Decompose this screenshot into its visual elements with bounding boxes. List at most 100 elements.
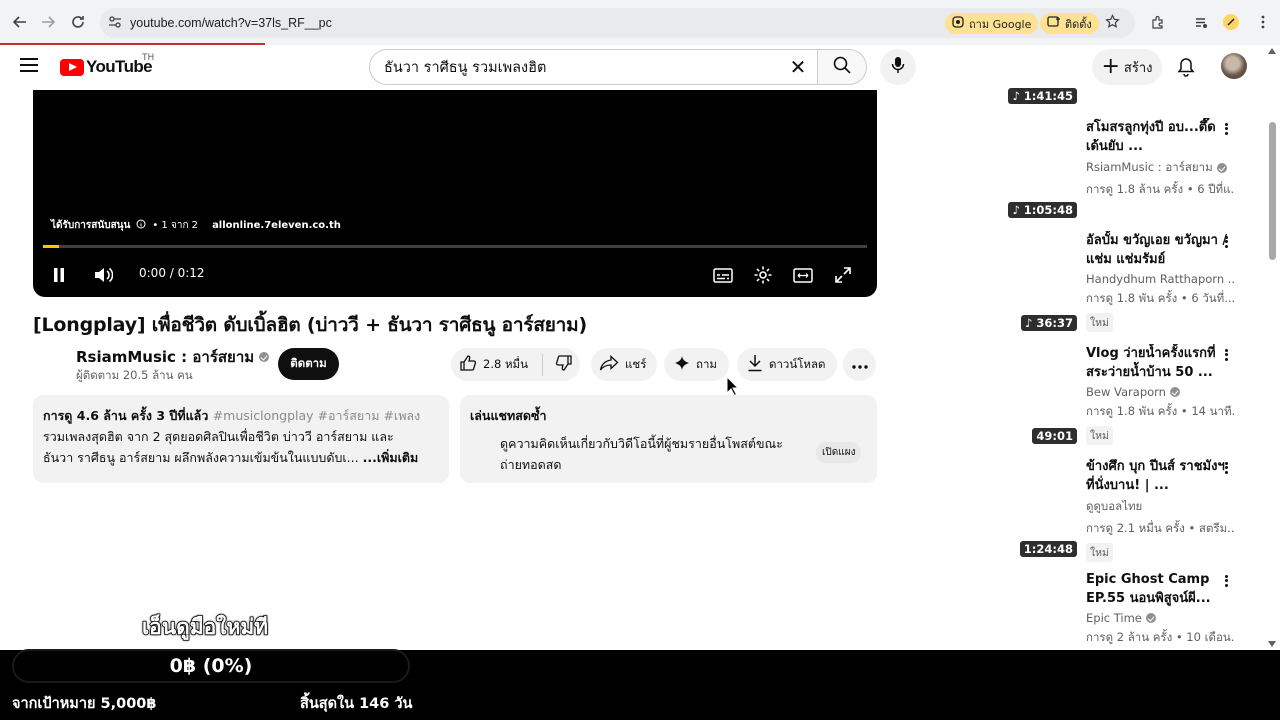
subtitles-icon[interactable] bbox=[711, 263, 735, 287]
ask-button[interactable]: ถาม bbox=[664, 348, 729, 381]
channel-name[interactable]: RsiamMusic : อาร์สยาม bbox=[76, 345, 270, 369]
menu-icon[interactable] bbox=[20, 58, 38, 72]
ad-info-icon[interactable] bbox=[136, 219, 146, 232]
download-icon bbox=[747, 354, 763, 375]
hashtags[interactable]: #musiclongplay #อาร์สยาม #เพลง bbox=[213, 408, 421, 423]
scroll-up-icon[interactable] bbox=[1268, 48, 1276, 54]
video-title[interactable]: อัลบั้ม ขวัญเอย ขวัญมา / แช่ม แช่มรัมย์ bbox=[1086, 231, 1234, 269]
thumbs-down-icon bbox=[555, 355, 573, 375]
description-box[interactable]: การดู 4.6 ล้าน ครั้ง 3 ปีที่แล้ว #musicl… bbox=[33, 395, 449, 483]
video-meta: การดู 1.8 ล้าน ครั้ง • 6 ปีที่แ... bbox=[1086, 182, 1234, 196]
reload-icon[interactable] bbox=[64, 8, 92, 36]
video-thumbnail[interactable]: ♪ 1:41:45 bbox=[1008, 86, 1077, 104]
pause-icon[interactable] bbox=[47, 263, 71, 287]
chrome-menu-icon[interactable] bbox=[1252, 11, 1274, 33]
chat-replay-title: เล่นแชทสดซ้ำ bbox=[470, 408, 547, 423]
sidebar-prev-item[interactable]: ♪ 1:41:45 bbox=[1008, 86, 1251, 106]
show-more-link[interactable]: ...เพิ่มเติม bbox=[363, 450, 419, 465]
share-button[interactable]: แชร์ bbox=[591, 348, 657, 381]
video-menu-icon[interactable] bbox=[1221, 458, 1231, 478]
plus-icon: + bbox=[1101, 54, 1120, 79]
youtube-logo[interactable]: YouTube TH bbox=[60, 53, 154, 77]
channel-name-text[interactable]: RsiamMusic : อาร์สยาม bbox=[76, 345, 254, 369]
video-info: Epic Ghost Camp EP.55 นอนพิสูจน์ผี... Ep… bbox=[1086, 570, 1234, 647]
duration-badge: 49:01 bbox=[1032, 428, 1077, 444]
more-actions-button[interactable] bbox=[843, 348, 876, 381]
create-button[interactable]: + สร้าง bbox=[1092, 49, 1162, 85]
duration-badge: 1:24:48 bbox=[1019, 541, 1077, 557]
video-thumbnail[interactable]: ♪ 1:05:48 bbox=[1008, 110, 1077, 218]
address-bar[interactable]: youtube.com/watch?v=37ls_RF__pc ถาม Goog… bbox=[100, 8, 1135, 38]
new-badge: ใหม่ bbox=[1086, 313, 1113, 332]
page-scrollbar[interactable] bbox=[1265, 45, 1280, 650]
ad-count: • 1 จาก 2 bbox=[152, 220, 199, 231]
media-controls-icon[interactable] bbox=[1190, 11, 1212, 33]
share-icon bbox=[599, 355, 619, 374]
video-title[interactable]: Vlog ว่ายน้ำครั้งแรกที่สระว่ายน้ำบ้าน 50… bbox=[1086, 344, 1234, 382]
search-button[interactable] bbox=[817, 49, 867, 85]
video-thumbnail[interactable]: 49:01 bbox=[1015, 336, 1077, 444]
voice-search-button[interactable] bbox=[880, 49, 916, 85]
back-icon[interactable] bbox=[6, 8, 34, 36]
video-thumbnail[interactable]: ♪ 36:37 bbox=[1015, 223, 1077, 331]
video-menu-icon[interactable] bbox=[1221, 232, 1231, 252]
lens-icon bbox=[952, 16, 964, 31]
open-panel-button[interactable]: เปิดแผง bbox=[816, 442, 862, 463]
video-info: สโมสรลูกทุ่งปี อบ...ตึ๊ด เด้นยับ ... Rsi… bbox=[1086, 118, 1234, 199]
video-channel[interactable]: Handydhum Ratthaporn ... bbox=[1086, 272, 1234, 286]
notifications-bell-icon[interactable] bbox=[1173, 54, 1199, 80]
video-channel[interactable]: Bew Varaporn bbox=[1086, 385, 1234, 399]
search-input[interactable]: ธันวา ราศีธนู รวมเพลงฮิต ✕ bbox=[369, 49, 817, 85]
fullscreen-icon[interactable] bbox=[831, 263, 855, 287]
search-query[interactable]: ธันวา ราศีธนู รวมเพลงฮิต bbox=[384, 56, 546, 79]
video-thumbnail[interactable]: 1:24:48 bbox=[1015, 449, 1077, 557]
chat-replay-panel: เล่นแชทสดซ้ำ ดูความคิดเห็นเกี่ยวกับวิดีโ… bbox=[460, 395, 877, 483]
description-meta: การดู 4.6 ล้าน ครั้ง 3 ปีที่แล้ว #musicl… bbox=[43, 405, 439, 426]
video-channel[interactable]: RsiamMusic : อาร์สยาม bbox=[1086, 159, 1234, 177]
extensions-icon[interactable] bbox=[1146, 11, 1168, 33]
video-title[interactable]: Epic Ghost Camp EP.55 นอนพิสูจน์ผี... bbox=[1086, 570, 1234, 608]
description-line-2: ธันวา ราศีธนู อาร์สยาม ผลึกพลังความเข้มข… bbox=[43, 447, 439, 468]
like-button[interactable]: 2.8 หมื่น bbox=[459, 354, 528, 375]
download-button[interactable]: ดาวน์โหลด bbox=[737, 348, 837, 381]
ask-google-chip[interactable]: ถาม Google bbox=[945, 13, 1039, 34]
verified-badge-icon bbox=[1145, 613, 1156, 623]
channel-avatar[interactable] bbox=[33, 345, 69, 381]
video-title[interactable]: สโมสรลูกทุ่งปี อบ...ตึ๊ด เด้นยับ ... bbox=[1086, 118, 1234, 156]
subscribe-button[interactable]: ติดตาม bbox=[278, 348, 339, 380]
install-label: ติดตั้ง bbox=[1065, 17, 1092, 31]
dislike-button[interactable] bbox=[555, 354, 573, 375]
donation-goal: จากเป้าหมาย 5,000฿ bbox=[12, 696, 157, 712]
site-info-icon[interactable] bbox=[108, 14, 122, 33]
scroll-down-icon[interactable] bbox=[1268, 641, 1276, 647]
share-label: แชร์ bbox=[625, 356, 647, 371]
region-code: TH bbox=[142, 53, 155, 63]
youtube-play-icon bbox=[60, 58, 84, 76]
video-title: [Longplay] เพื่อชีวิต ดับเบิ้ลฮิต (บ่าวว… bbox=[33, 314, 587, 336]
install-chip[interactable]: ติดตั้ง bbox=[1040, 13, 1099, 34]
profile-icon[interactable] bbox=[1220, 11, 1242, 33]
url-text[interactable]: youtube.com/watch?v=37ls_RF__pc bbox=[130, 16, 332, 30]
youtube-header: YouTube TH ธันวา ราศีธนู รวมเพลงฮิต ✕ + … bbox=[0, 45, 1265, 90]
player-progress-bar[interactable] bbox=[43, 245, 867, 248]
video-menu-icon[interactable] bbox=[1221, 119, 1231, 139]
scrollbar-thumb[interactable] bbox=[1269, 122, 1276, 260]
video-info: Vlog ว่ายน้ำครั้งแรกที่สระว่ายน้ำบ้าน 50… bbox=[1086, 344, 1234, 445]
video-title[interactable]: ข้างศึก บุก ปีนส์ ราชมังฯ ที่นั่งบาน! | … bbox=[1086, 457, 1234, 495]
video-player[interactable]: ได้รับการสนับสนุน • 1 จาก 2 allonline.7e… bbox=[33, 90, 877, 297]
video-menu-icon[interactable] bbox=[1221, 345, 1231, 365]
ad-domain-link[interactable]: allonline.7eleven.co.th bbox=[212, 220, 341, 231]
theater-mode-icon[interactable] bbox=[791, 263, 815, 287]
settings-gear-icon[interactable] bbox=[751, 263, 775, 287]
clear-search-icon[interactable]: ✕ bbox=[787, 56, 809, 78]
more-horizontal-icon bbox=[851, 358, 868, 372]
volume-icon[interactable] bbox=[91, 263, 115, 287]
bookmark-star-icon[interactable] bbox=[1105, 14, 1120, 33]
video-channel[interactable]: ดูดูบอลไทย bbox=[1086, 498, 1234, 516]
account-avatar[interactable] bbox=[1221, 53, 1247, 79]
overlay-caption: เอ็นดูมือใหม่ที bbox=[141, 614, 269, 640]
video-menu-icon[interactable] bbox=[1221, 571, 1231, 591]
forward-icon[interactable] bbox=[34, 8, 62, 36]
video-channel[interactable]: Epic Time bbox=[1086, 611, 1234, 625]
ad-sponsored-label: ได้รับการสนับสนุน bbox=[51, 220, 131, 231]
